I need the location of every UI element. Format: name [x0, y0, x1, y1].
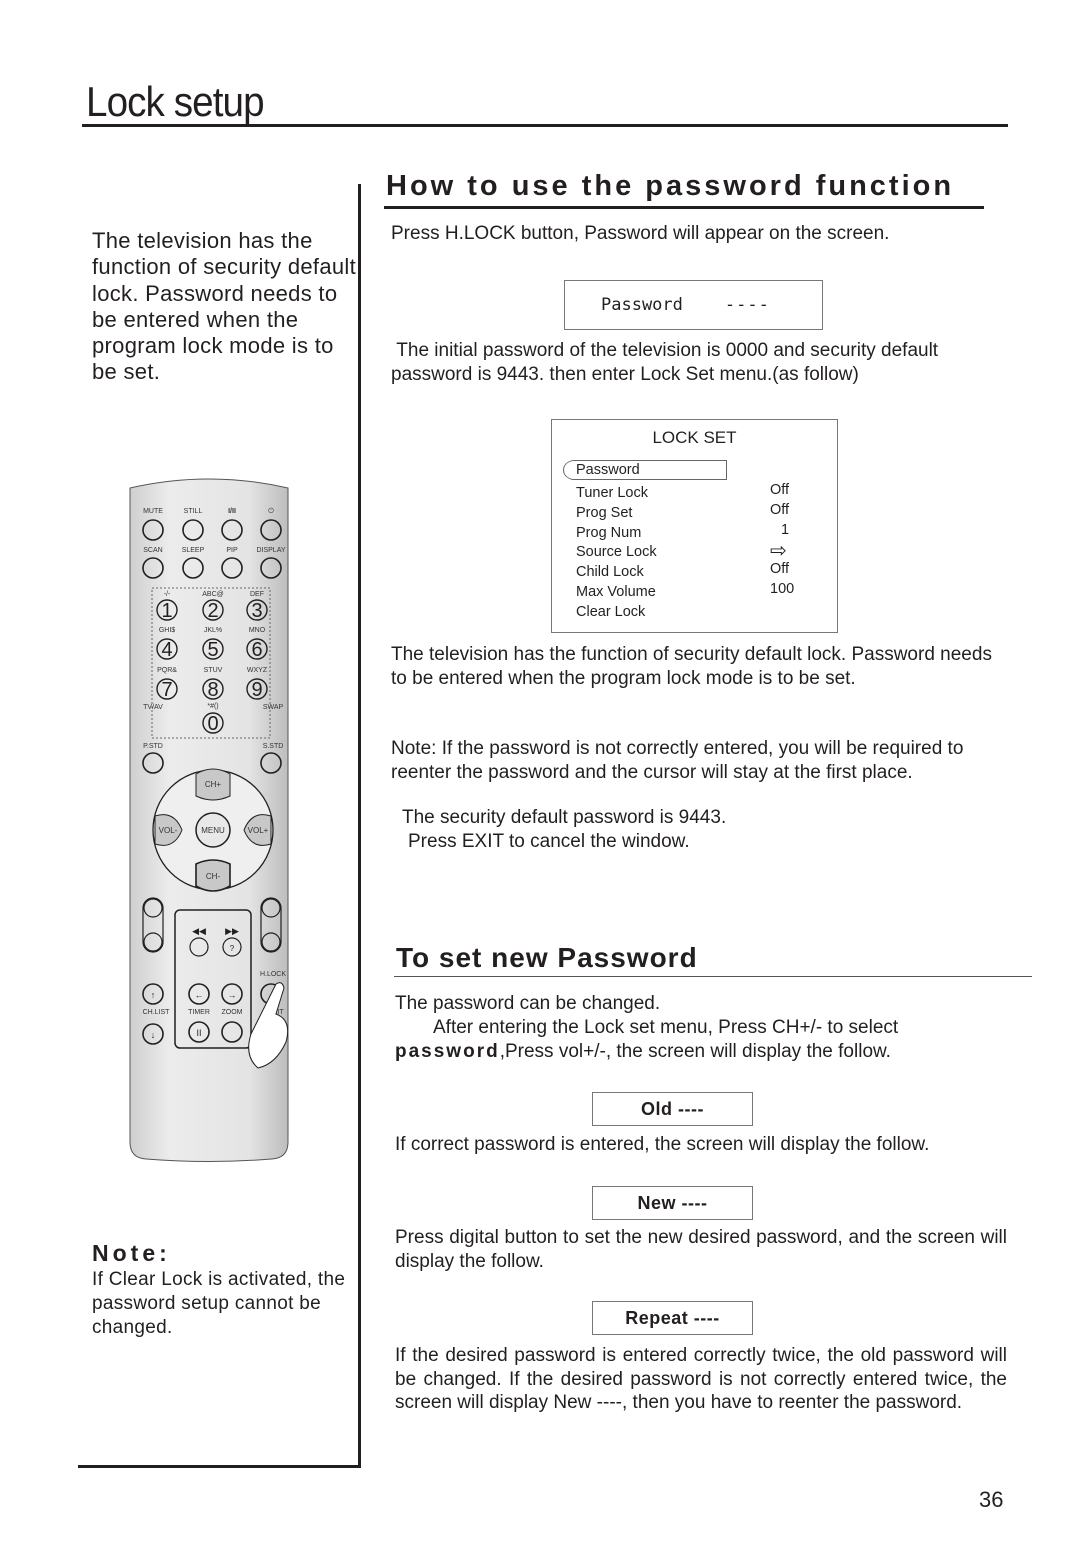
- svg-text:MENU: MENU: [201, 826, 225, 835]
- svg-text:CH-: CH-: [206, 872, 221, 881]
- change-password-text: The password can be changed.: [395, 993, 661, 1014]
- note-body: If Clear Lock is activated, the password…: [92, 1269, 346, 1338]
- section-rule: [384, 206, 984, 209]
- note-heading: Note:: [92, 1240, 171, 1266]
- svg-text:MNO: MNO: [249, 627, 266, 634]
- incorrect-password-note: Note: If the password is not correctly e…: [391, 738, 964, 783]
- left-bottom-rule: [78, 1465, 361, 1468]
- svg-text:CH.LIST: CH.LIST: [143, 1009, 171, 1016]
- svg-text:PIP: PIP: [226, 547, 238, 554]
- svg-text:?: ?: [230, 944, 235, 953]
- svg-text:I/II: I/II: [228, 508, 236, 515]
- default-password-text: The security default password is 9443.: [402, 807, 727, 828]
- initial-password-text: The initial password of the television i…: [391, 340, 944, 385]
- svg-text:▶▶: ▶▶: [225, 926, 239, 936]
- lock-set-menu: LOCK SET Password Tuner Lock Off Prog Se…: [551, 419, 838, 633]
- svg-text:PQR&: PQR&: [157, 667, 177, 674]
- select-password-instruction: After entering the Lock set menu, Press …: [395, 1017, 899, 1062]
- svg-text:-/-: -/-: [164, 591, 171, 598]
- password-osd-box: Password ----: [564, 280, 823, 330]
- svg-text:JKL%: JKL%: [204, 627, 222, 634]
- svg-text:DISPLAY: DISPLAY: [256, 547, 285, 554]
- password-osd-value: ----: [724, 295, 770, 315]
- svg-text:VOL-: VOL-: [159, 826, 178, 835]
- security-default-text: The television has the function of secur…: [391, 644, 992, 689]
- correct-password-text: If correct password is entered, the scre…: [395, 1134, 930, 1155]
- svg-text:DEF: DEF: [250, 591, 264, 598]
- menu-item-max-volume: Max Volume 100: [576, 581, 795, 600]
- old-password-osd-box: Old ----: [592, 1092, 753, 1126]
- svg-text:◀◀: ◀◀: [192, 926, 206, 936]
- confirm-password-text: If the desired password is entered corre…: [395, 1345, 1007, 1413]
- password-osd-label: Password: [601, 295, 683, 315]
- svg-text:S.STD: S.STD: [263, 743, 284, 750]
- repeat-password-osd-box: Repeat ----: [592, 1301, 753, 1335]
- page-title: Lock setup: [86, 78, 265, 125]
- svg-text:TIMER: TIMER: [188, 1009, 210, 1016]
- svg-text:STUV: STUV: [204, 667, 223, 674]
- lock-set-title: LOCK SET: [652, 428, 737, 447]
- remote-control-illustration: MUTE STILL I/II ⏻ SCAN SLEEP PIP DISPLAY…: [126, 474, 292, 1169]
- svg-text:GHI$: GHI$: [159, 627, 175, 634]
- svg-text:WXYZ: WXYZ: [247, 667, 268, 674]
- hlock-instruction: Press H.LOCK button, Password will appea…: [391, 223, 890, 244]
- svg-text:SCAN: SCAN: [143, 547, 162, 554]
- svg-text:MUTE: MUTE: [143, 508, 163, 515]
- svg-text:*#(): *#(): [207, 703, 218, 710]
- title-rule: [82, 124, 1008, 127]
- svg-text:TV/AV: TV/AV: [143, 704, 163, 711]
- page-number: 36: [979, 1487, 1004, 1512]
- svg-text:II: II: [196, 1028, 201, 1038]
- new-password-osd-box: New ----: [592, 1186, 753, 1220]
- exit-instruction: Press EXIT to cancel the window.: [408, 831, 690, 852]
- svg-text:↑: ↑: [151, 990, 156, 1000]
- digital-button-text: Press digital button to set the new desi…: [395, 1227, 1007, 1272]
- svg-text:VOL+: VOL+: [248, 826, 269, 835]
- svg-text:ZOOM: ZOOM: [222, 1009, 243, 1016]
- svg-text:⏻: ⏻: [268, 507, 274, 515]
- menu-item-clear-lock: Clear Lock: [576, 604, 646, 620]
- right-arrow-icon: ⇨: [770, 540, 787, 562]
- svg-text:P.STD: P.STD: [143, 743, 163, 750]
- svg-text:↓: ↓: [151, 1030, 156, 1040]
- svg-text:SWAP: SWAP: [263, 704, 284, 711]
- svg-text:STILL: STILL: [184, 508, 203, 515]
- svg-text:→: →: [228, 990, 237, 1000]
- left-intro-text: The television has the function of secur…: [92, 228, 356, 385]
- svg-text:H.LOCK: H.LOCK: [260, 971, 286, 978]
- svg-text:←: ←: [195, 990, 204, 1000]
- section-title-new-password: To set new Password: [396, 942, 698, 973]
- section-title-password-function: How to use the password function: [386, 170, 955, 202]
- section-rule: [394, 976, 1032, 977]
- svg-text:CH+: CH+: [205, 780, 222, 789]
- menu-item-password: Password: [576, 462, 640, 478]
- svg-text:SLEEP: SLEEP: [182, 547, 205, 554]
- svg-text:ABC@: ABC@: [202, 591, 224, 598]
